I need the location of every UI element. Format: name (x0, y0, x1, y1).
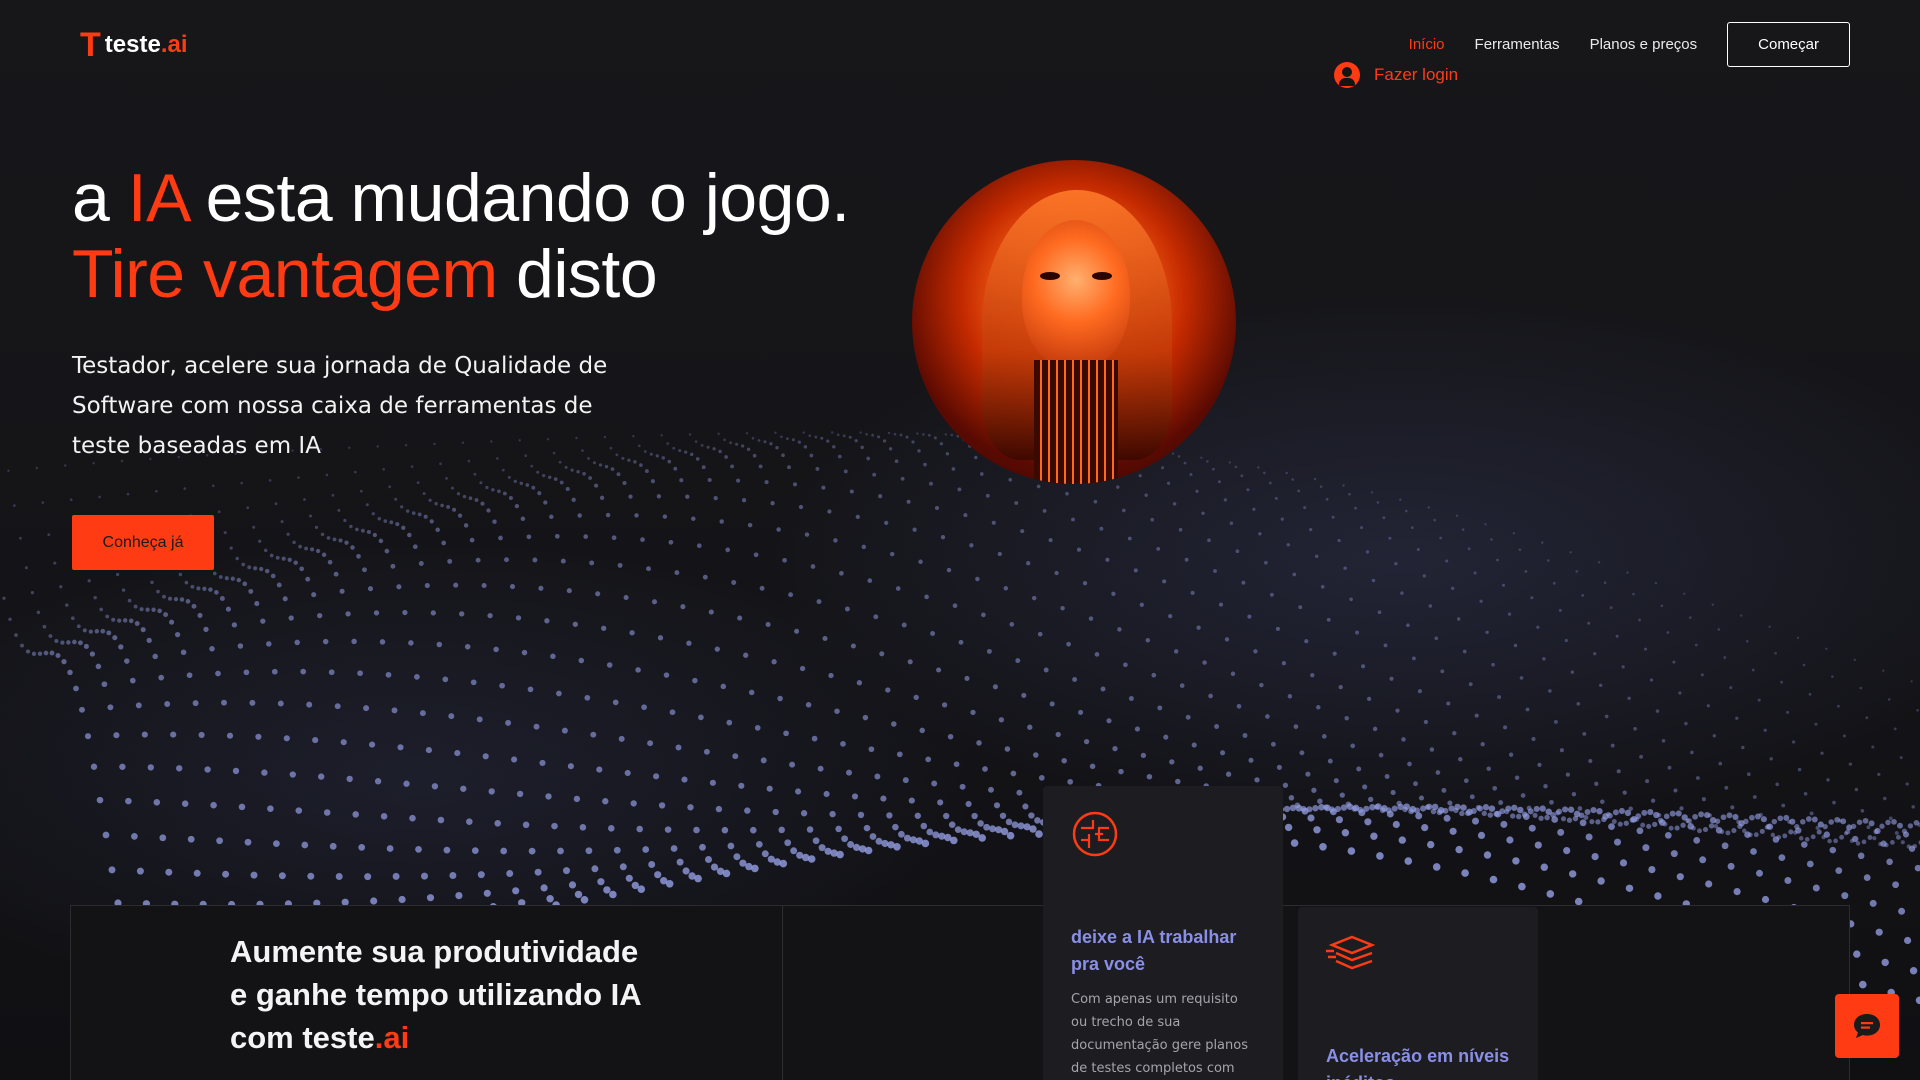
logo-name: teste.ai (104, 31, 188, 58)
panel-divider (782, 905, 783, 1080)
site-logo[interactable]: T teste.ai (80, 28, 188, 62)
circuit-brain-icon (1071, 810, 1119, 862)
feature-card-ai-work[interactable]: deixe a IA trabalhar pra você Com apenas… (1043, 786, 1283, 1080)
login-link[interactable]: Fazer login (1334, 62, 1458, 88)
features-heading: Aumente sua produtividade e ganhe tempo … (230, 934, 641, 1055)
hero-subtitle: Testador, acelere sua jornada de Qualida… (72, 353, 608, 459)
nav-item-planos[interactable]: Planos e preços (1590, 36, 1698, 53)
nav-item-inicio[interactable]: Início (1409, 36, 1445, 53)
user-icon (1334, 62, 1360, 88)
ai-portrait-image (912, 160, 1236, 484)
learn-more-button[interactable]: Conheça já (72, 515, 214, 570)
chat-bubble-icon (1854, 1014, 1880, 1038)
feature-card-acceleration[interactable]: Aceleração em níveis inéditos (1298, 907, 1538, 1080)
layers-speed-icon (1326, 933, 1378, 977)
logo-mark: T (80, 26, 101, 64)
nav-item-ferramentas[interactable]: Ferramentas (1475, 36, 1560, 53)
chat-button[interactable] (1835, 994, 1899, 1058)
start-button[interactable]: Começar (1727, 22, 1850, 67)
card-title: deixe a IA trabalhar pra você (1071, 927, 1237, 974)
hero-title: a IA esta mudando o jogo. Tire vantagem … (72, 160, 850, 312)
card-text: Com apenas um requisito ou trecho de sua… (1071, 992, 1248, 1076)
login-label: Fazer login (1374, 65, 1459, 84)
main-nav: Início Ferramentas Planos e preços Começ… (1409, 22, 1850, 67)
card-title: Aceleração em níveis inéditos (1326, 1046, 1510, 1080)
